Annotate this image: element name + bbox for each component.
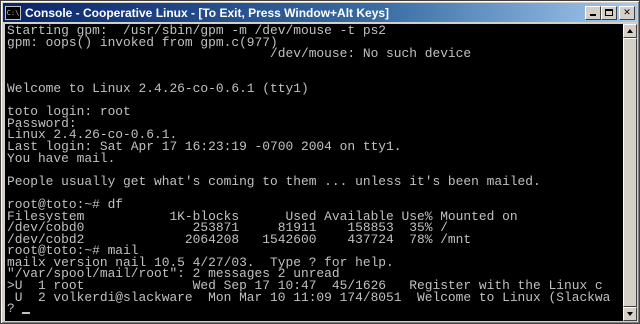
minimize-icon	[590, 13, 596, 16]
arrow-down-icon	[627, 312, 633, 316]
console-line: People usually get what's coming to them…	[7, 173, 541, 189]
scrollbar-thumb[interactable]	[623, 38, 637, 307]
prompt-line[interactable]: ?	[7, 301, 623, 317]
text-cursor	[22, 311, 31, 314]
window-title: Console - Cooperative Linux - [To Exit, …	[25, 5, 390, 20]
prompt-text: ?	[7, 301, 23, 317]
console-window: C:\ Console - Cooperative Linux - [To Ex…	[0, 0, 640, 324]
minimize-button[interactable]	[585, 5, 601, 20]
console-app-icon[interactable]: C:\	[5, 5, 21, 20]
console-line: U 2 volkerdi@slackware Mon Mar 10 11:09 …	[7, 289, 611, 305]
console-line: You have mail.	[7, 150, 116, 166]
close-button[interactable]: ✕	[619, 5, 635, 20]
terminal-text: Starting gpm: /usr/sbin/gpm -m /dev/mous…	[5, 24, 623, 315]
maximize-icon	[605, 8, 613, 16]
window-controls: ✕	[585, 5, 635, 20]
maximize-button[interactable]	[601, 5, 617, 20]
title-bar[interactable]: C:\ Console - Cooperative Linux - [To Ex…	[3, 3, 637, 22]
console-line: Welcome to Linux 2.4.26-co-0.6.1 (tty1)	[7, 80, 309, 96]
console-line: toto login: root	[7, 104, 131, 120]
scroll-down-button[interactable]	[623, 307, 637, 321]
scroll-up-button[interactable]	[623, 24, 637, 38]
vertical-scrollbar[interactable]	[623, 24, 637, 321]
console-line: /dev/mouse: No such device	[7, 46, 472, 62]
close-icon: ✕	[623, 7, 631, 18]
console-output[interactable]: Starting gpm: /usr/sbin/gpm -m /dev/mous…	[5, 24, 623, 321]
arrow-up-icon	[627, 29, 633, 33]
